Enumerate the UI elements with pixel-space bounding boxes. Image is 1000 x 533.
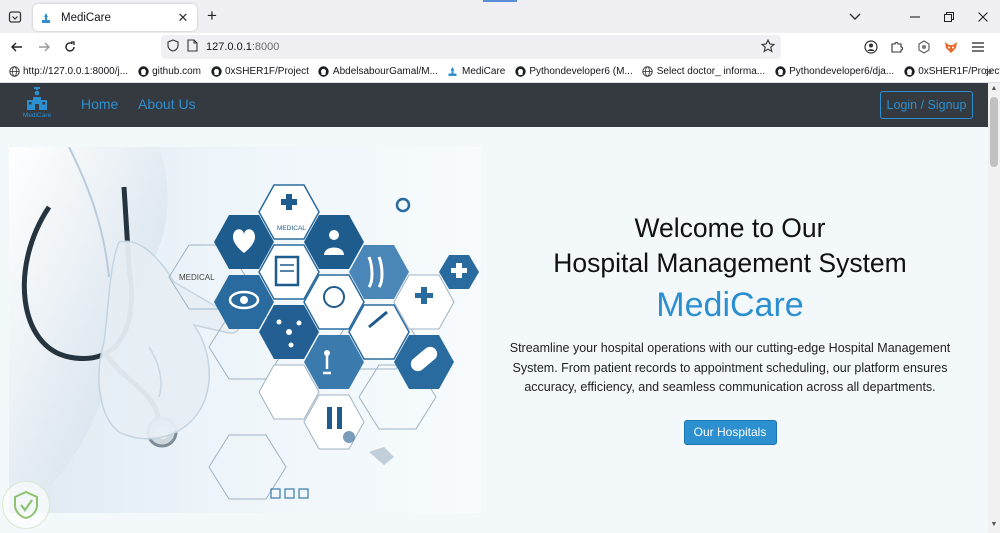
address-bar[interactable]: 127.0.0.1:8000 bbox=[161, 35, 781, 59]
hero-brand-name: MediCare bbox=[656, 286, 804, 324]
hero-heading-line1: Welcome to Our bbox=[634, 213, 826, 243]
bookmark-item[interactable]: 0xSHER1F/Project bbox=[210, 66, 309, 78]
medicare-favicon-icon bbox=[39, 11, 53, 25]
close-window-icon[interactable] bbox=[973, 7, 993, 27]
hex-medical-label: MEDICAL bbox=[277, 225, 306, 232]
hero-illustration: MEDICAL MEDICAL bbox=[9, 147, 481, 513]
bookmark-item[interactable]: github.com bbox=[137, 66, 201, 78]
nav-about-link[interactable]: About Us bbox=[138, 96, 196, 112]
globe-icon bbox=[8, 66, 20, 78]
url-text: 127.0.0.1:8000 bbox=[206, 41, 279, 53]
bookmark-item[interactable]: Pythondeveloper6 (M... bbox=[514, 66, 633, 78]
privacy-extension-icon[interactable] bbox=[914, 37, 934, 57]
tab-list-icon[interactable] bbox=[5, 7, 25, 27]
hamburger-menu-icon[interactable] bbox=[968, 37, 988, 57]
shield-icon[interactable] bbox=[167, 39, 179, 55]
chevron-down-icon[interactable] bbox=[845, 7, 865, 27]
site-logo[interactable]: MediCare bbox=[20, 87, 54, 123]
github-icon bbox=[210, 66, 222, 78]
bookmark-item[interactable]: MediCare bbox=[447, 66, 505, 78]
watermark-shield-icon bbox=[2, 481, 50, 529]
back-arrow-icon[interactable] bbox=[7, 37, 27, 57]
bookmark-label: 0xSHER1F/Project bbox=[225, 66, 309, 77]
hero-heading-line2: Hospital Management System bbox=[553, 248, 907, 278]
github-icon bbox=[774, 66, 786, 78]
tab-title: MediCare bbox=[61, 11, 111, 24]
bookmark-label: MediCare bbox=[461, 66, 506, 77]
bookmark-item[interactable]: Select doctor_ informa... bbox=[642, 66, 765, 78]
new-tab-icon[interactable]: + bbox=[203, 7, 221, 25]
browser-toolbar: 127.0.0.1:8000 bbox=[0, 33, 1000, 61]
account-icon[interactable] bbox=[861, 37, 881, 57]
hero-description: Streamline your hospital operations with… bbox=[509, 341, 951, 394]
hospital-logo-icon bbox=[27, 87, 47, 110]
browser-tab-bar: MediCare ✕ + bbox=[0, 0, 1000, 33]
double-chevron-right-icon[interactable]: » bbox=[985, 64, 992, 78]
github-icon bbox=[318, 66, 330, 78]
extensions-puzzle-icon[interactable] bbox=[887, 37, 907, 57]
bookmark-item[interactable]: http://127.0.0.1:8000/j... bbox=[8, 66, 128, 78]
bookmark-label: http://127.0.0.1:8000/j... bbox=[23, 66, 129, 77]
web-page: MediCare Home About Us Login / Signup ME… bbox=[0, 83, 988, 533]
scroll-up-icon[interactable]: ▲ bbox=[988, 85, 1000, 95]
hex-medical-label-large: MEDICAL bbox=[179, 273, 215, 282]
url-port: :8000 bbox=[251, 41, 280, 53]
fox-extension-icon[interactable] bbox=[941, 37, 961, 57]
restore-icon[interactable] bbox=[939, 7, 959, 27]
tab-strip-indicator bbox=[483, 0, 517, 2]
url-host: 127.0.0.1 bbox=[206, 41, 252, 53]
reload-icon[interactable] bbox=[60, 37, 80, 57]
logo-text: MediCare bbox=[22, 112, 52, 119]
our-hospitals-button[interactable]: Our Hospitals bbox=[683, 419, 777, 445]
nav-home-link[interactable]: Home bbox=[81, 96, 118, 112]
site-navbar: MediCare Home About Us Login / Signup bbox=[0, 83, 988, 127]
bookmark-label: Select doctor_ informa... bbox=[656, 66, 766, 77]
browser-tab[interactable]: MediCare ✕ bbox=[33, 4, 197, 31]
page-info-icon[interactable] bbox=[187, 39, 198, 55]
scroll-down-icon[interactable]: ▼ bbox=[988, 521, 1000, 531]
close-tab-icon[interactable]: ✕ bbox=[175, 10, 191, 26]
page-scrollbar[interactable]: ▲ ▼ bbox=[988, 83, 1000, 533]
minimize-icon[interactable] bbox=[905, 7, 925, 27]
bookmark-label: Pythondeveloper6/dja... bbox=[789, 66, 895, 77]
bookmark-item[interactable]: Pythondeveloper6/dja... bbox=[774, 66, 894, 78]
medicare-icon bbox=[447, 66, 459, 78]
bookmark-item[interactable]: AbdelsabourGamal/M... bbox=[318, 66, 438, 78]
github-icon bbox=[514, 66, 526, 78]
globe-icon bbox=[642, 66, 654, 78]
hero-content: Welcome to Our Hospital Management Syste… bbox=[490, 211, 970, 445]
bookmark-star-icon[interactable] bbox=[760, 38, 776, 56]
bookmarks-toolbar: http://127.0.0.1:8000/j... github.com 0x… bbox=[0, 61, 1000, 83]
bookmark-label: github.com bbox=[152, 66, 201, 77]
github-icon bbox=[903, 66, 915, 78]
login-signup-button[interactable]: Login / Signup bbox=[880, 91, 973, 119]
bookmark-label: AbdelsabourGamal/M... bbox=[332, 66, 438, 77]
scroll-thumb[interactable] bbox=[990, 97, 998, 167]
forward-arrow-icon[interactable] bbox=[34, 37, 54, 57]
github-icon bbox=[137, 66, 149, 78]
bookmark-label: Pythondeveloper6 (M... bbox=[529, 66, 633, 77]
